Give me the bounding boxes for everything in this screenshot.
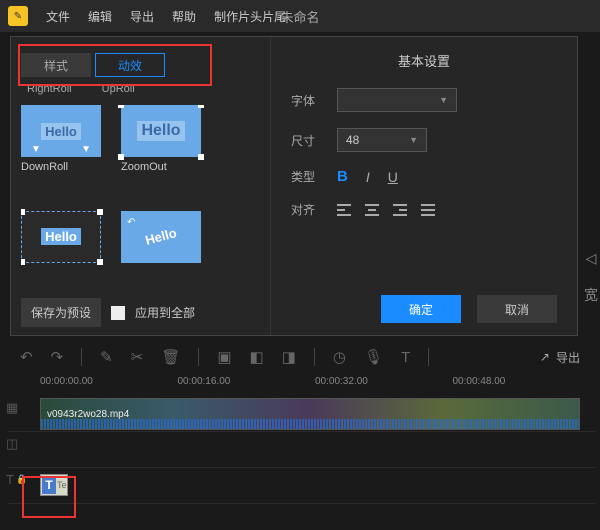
tab-style[interactable]: 样式 (21, 53, 91, 77)
effect-zoomout[interactable]: Hello ZoomOut (121, 105, 207, 197)
effect-label-rightroll: RightRoll (27, 83, 72, 95)
track-empty-1[interactable] (8, 432, 596, 468)
settings-column: 基本设置 字体 ▼ 尺寸 48▼ 类型 B I U 对齐 (271, 37, 577, 335)
track-video-icon[interactable]: ▦ (6, 400, 27, 416)
cancel-button[interactable]: 取消 (477, 295, 557, 323)
audio-waveform (41, 419, 579, 429)
redo-icon[interactable]: ↷ (51, 348, 64, 366)
tool-icon[interactable]: ◧ (250, 348, 264, 366)
tab-motion[interactable]: 动效 (95, 53, 165, 77)
app-logo-icon: ✎ (8, 6, 28, 26)
text-tool-icon[interactable]: T (401, 349, 410, 366)
export-icon[interactable]: ↗ (540, 350, 550, 364)
align-center-icon[interactable] (365, 204, 379, 216)
project-title: 未命名 (280, 7, 319, 26)
effect-thumbnails: Hello ▼▼ DownRoll Hello ZoomOut Hello (21, 105, 260, 290)
underline-button[interactable]: U (388, 169, 398, 185)
menu-file[interactable]: 文件 (46, 8, 70, 25)
italic-button[interactable]: I (366, 169, 370, 185)
size-label: 尺寸 (291, 132, 321, 149)
effect-item-3[interactable]: Hello (21, 211, 107, 291)
timeline-tracks: v0943r2wo28.mp4 TTe (8, 396, 596, 504)
undo-icon[interactable]: ↶ (20, 348, 33, 366)
chevron-down-icon: ▼ (409, 135, 418, 145)
menu-help[interactable]: 帮助 (172, 8, 196, 25)
apply-all-checkbox[interactable] (111, 306, 125, 320)
clock-icon[interactable]: ◷ (333, 348, 346, 366)
effect-item-4[interactable]: Hello ↶ (121, 211, 207, 291)
tool2-icon[interactable]: ◨ (282, 348, 296, 366)
font-label: 字体 (291, 92, 321, 109)
export-label[interactable]: 导出 (556, 349, 580, 366)
track-text-icon[interactable]: T 🔒 (6, 472, 27, 487)
delete-icon[interactable]: 🗑 (161, 348, 180, 366)
text-clip[interactable]: TTe (40, 474, 68, 496)
crop-icon[interactable]: ▣ (217, 348, 231, 366)
menu-export[interactable]: 导出 (130, 8, 154, 25)
bold-button[interactable]: B (337, 168, 348, 185)
video-track[interactable]: v0943r2wo28.mp4 (8, 396, 596, 432)
video-clip[interactable]: v0943r2wo28.mp4 (40, 398, 580, 430)
aspect-label[interactable]: 宽 (584, 285, 598, 305)
edit-icon[interactable]: ✎ (100, 348, 113, 366)
effects-column: 样式 动效 RightRoll UpRoll Hello ▼▼ DownRoll… (11, 37, 271, 335)
effect-label-uproll: UpRoll (102, 83, 135, 95)
type-label: 类型 (291, 168, 321, 185)
timeline-toolbar: ↶ ↷ ✎ ✂ 🗑 ▣ ◧ ◨ ◷ 🎙 T ↗ 导出 (20, 342, 580, 372)
align-left-icon[interactable] (337, 204, 351, 216)
menu-titles[interactable]: 制作片头片尾 (214, 8, 286, 25)
align-label: 对齐 (291, 201, 321, 218)
mic-icon[interactable]: 🎙 (364, 348, 383, 366)
save-preset-button[interactable]: 保存为预设 (21, 298, 101, 327)
chevron-down-icon: ▼ (439, 95, 448, 105)
size-select[interactable]: 48▼ (337, 128, 427, 152)
apply-all-label: 应用到全部 (135, 304, 195, 321)
menu-edit[interactable]: 编辑 (88, 8, 112, 25)
effect-downroll[interactable]: Hello ▼▼ DownRoll (21, 105, 107, 197)
text-track[interactable]: TTe (8, 468, 596, 504)
settings-title: 基本设置 (291, 51, 557, 70)
cut-icon[interactable]: ✂ (131, 348, 144, 366)
top-menu-bar: ✎ 文件 编辑 导出 帮助 制作片头片尾 未命名 (0, 0, 600, 32)
timeline-ruler[interactable]: 00:00:00.0000:00:16.0000:00:32.0000:00:4… (40, 376, 590, 392)
font-select[interactable]: ▼ (337, 88, 457, 112)
text-settings-panel: 样式 动效 RightRoll UpRoll Hello ▼▼ DownRoll… (10, 36, 578, 336)
ok-button[interactable]: 确定 (381, 295, 461, 323)
track-overlay-icon[interactable]: ◫ (6, 436, 27, 452)
align-right-icon[interactable] (393, 204, 407, 216)
play-preview-icon[interactable]: ◁ (586, 250, 597, 267)
align-justify-icon[interactable] (421, 204, 435, 216)
